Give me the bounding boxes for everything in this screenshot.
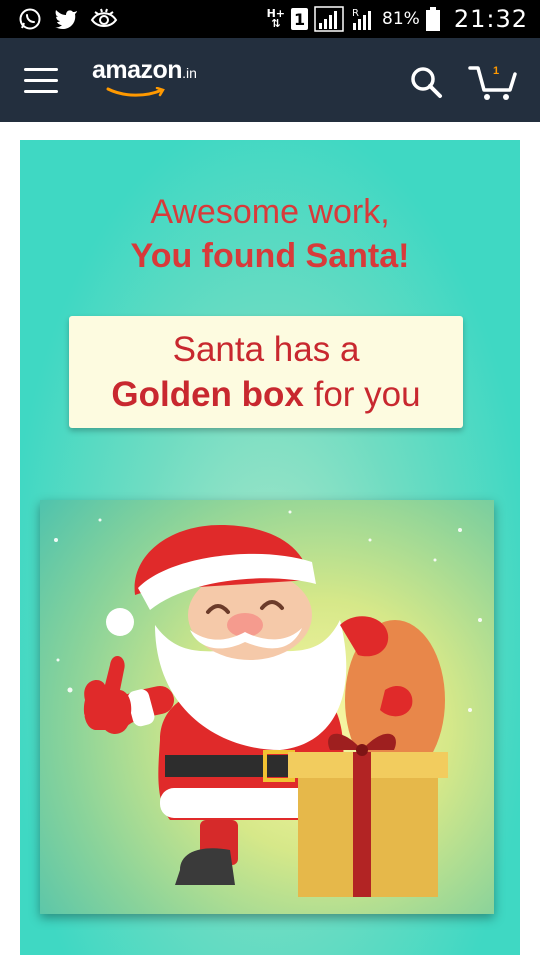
- promo-card: Awesome work, You found Santa! Santa has…: [20, 140, 520, 955]
- amazon-logo[interactable]: amazon.in: [92, 56, 197, 106]
- headline-line1: Awesome work,: [150, 193, 390, 231]
- menu-icon[interactable]: [24, 68, 58, 94]
- signal-icon: [314, 6, 344, 32]
- svg-text:R: R: [352, 8, 359, 19]
- status-notifications: [18, 7, 118, 31]
- whatsapp-icon: [19, 8, 41, 30]
- thumbs-up-glove: [83, 655, 132, 730]
- battery-percent: 81%: [382, 9, 420, 29]
- promo-headline: Awesome work, You found Santa!: [20, 190, 520, 278]
- note-line2: Golden box for you: [69, 372, 463, 418]
- roaming-signal-icon: R: [352, 8, 372, 30]
- smile-arrow-icon: [106, 87, 165, 97]
- note-line1: Santa has a: [172, 330, 360, 369]
- cart-button[interactable]: 1: [468, 62, 518, 102]
- logo-suffix: .in: [182, 65, 197, 81]
- note-rest: for you: [303, 375, 421, 414]
- sim-indicator: 1: [291, 8, 309, 30]
- santa-boot: [175, 848, 235, 885]
- hat-pompom: [106, 608, 134, 636]
- note-golden-box: Golden box: [111, 375, 304, 414]
- cart-count: 1: [493, 65, 500, 77]
- twitter-icon: [55, 10, 77, 30]
- golden-box-note: Santa has a Golden box for you: [69, 316, 463, 428]
- santa-illustration[interactable]: [40, 500, 494, 914]
- network-type: H+ ⇅: [266, 7, 286, 30]
- status-system: H+ ⇅ 1 R 81% 21:32: [267, 5, 528, 33]
- search-icon[interactable]: [408, 64, 444, 100]
- eye-icon: [90, 8, 118, 27]
- battery-icon: [425, 7, 440, 31]
- clock: 21:32: [453, 5, 528, 33]
- santa-drawing: [54, 510, 482, 897]
- app-header: amazon.in 1: [0, 38, 540, 122]
- logo-text: amazon: [92, 56, 183, 84]
- headline-line2: You found Santa!: [130, 237, 410, 275]
- status-bar: H+ ⇅ 1 R 81% 21:32: [0, 0, 540, 38]
